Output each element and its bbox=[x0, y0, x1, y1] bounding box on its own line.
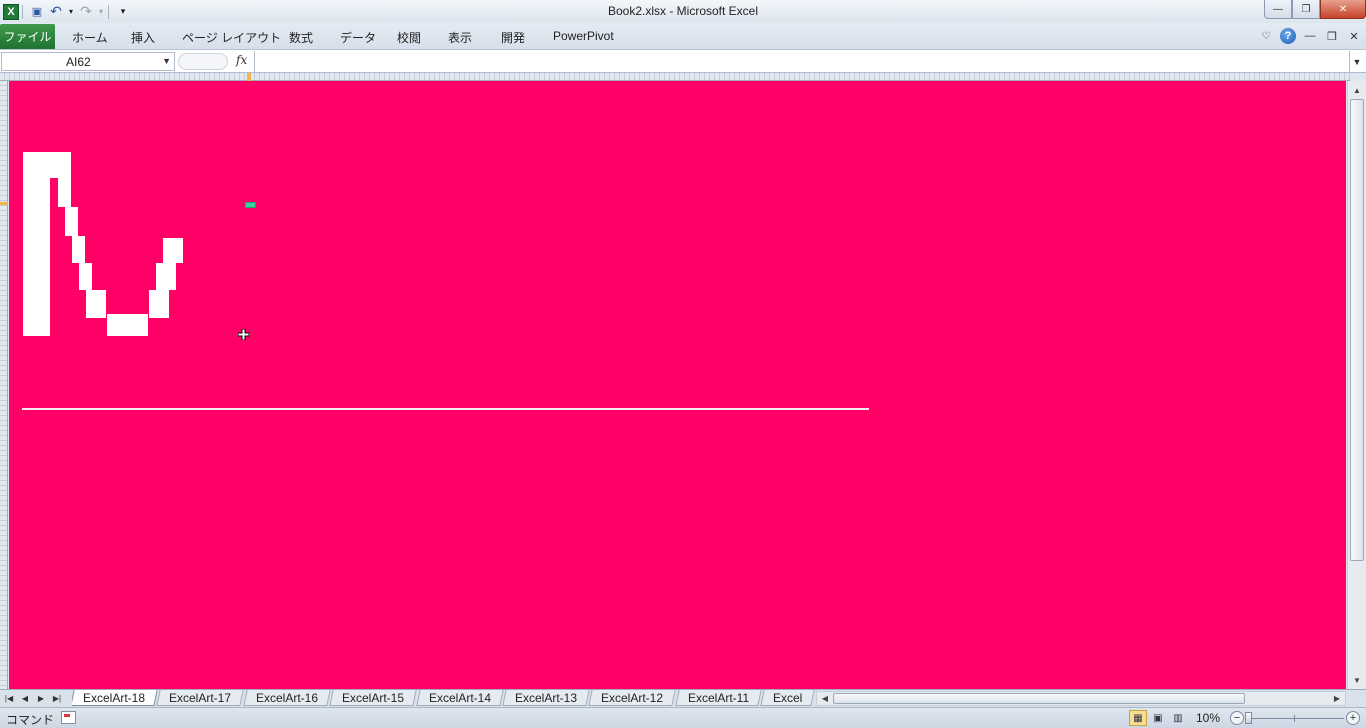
ribbon-tabs: ファイル ホーム 挿入 ページ レイアウト 数式 データ 校閲 表示 開発 Po… bbox=[0, 23, 1366, 50]
sheet-tab-excelart-14[interactable]: ExcelArt-14 bbox=[415, 690, 504, 706]
workbook-minimize-icon[interactable]: — bbox=[1302, 28, 1318, 44]
sheet-tab-excelart-17[interactable]: ExcelArt-17 bbox=[156, 690, 245, 706]
zoom-slider-track[interactable] bbox=[1246, 718, 1344, 719]
tab-view[interactable]: 表示 bbox=[448, 29, 472, 46]
zoom-slider-center-tick bbox=[1294, 715, 1295, 722]
cell-cursor-icon bbox=[238, 329, 249, 340]
last-sheet-icon[interactable]: ▶| bbox=[50, 691, 64, 705]
prev-sheet-icon[interactable]: ◀ bbox=[18, 691, 32, 705]
tab-formulas[interactable]: 数式 bbox=[289, 29, 313, 46]
macro-recording-icon[interactable] bbox=[61, 711, 76, 724]
first-sheet-icon[interactable]: |◀ bbox=[2, 691, 16, 705]
window-title: Book2.xlsx - Microsoft Excel bbox=[607, 4, 759, 18]
art-block bbox=[86, 290, 106, 318]
view-buttons: ▦ ▣ ▥ bbox=[1129, 710, 1187, 726]
name-box-value: AI62 bbox=[66, 55, 91, 69]
zoom-out-button[interactable]: − bbox=[1230, 711, 1244, 725]
art-block bbox=[156, 263, 176, 290]
sheet-tab-label: ExcelArt-15 bbox=[342, 691, 405, 705]
active-cell[interactable] bbox=[245, 202, 256, 208]
formula-input[interactable] bbox=[254, 51, 1350, 72]
sheet-tab-label: ExcelArt-17 bbox=[169, 691, 232, 705]
tab-developer[interactable]: 開発 bbox=[501, 29, 525, 46]
normal-view-icon[interactable]: ▦ bbox=[1129, 710, 1147, 726]
sheet-tabs: ExcelArt-18 ExcelArt-17 ExcelArt-16 Exce… bbox=[72, 690, 816, 707]
workbook-restore-icon[interactable]: ❐ bbox=[1324, 28, 1340, 44]
page-layout-view-icon[interactable]: ▣ bbox=[1149, 710, 1167, 726]
art-block bbox=[107, 314, 148, 336]
active-row-marker bbox=[0, 202, 8, 205]
ribbon-right-controls: ♡ ? — ❐ ✕ bbox=[1258, 28, 1362, 44]
divider-line bbox=[22, 408, 869, 410]
sheet-tab-excel-truncated[interactable]: Excel bbox=[760, 690, 816, 706]
sheet-tab-label: ExcelArt-11 bbox=[687, 691, 749, 705]
restore-button[interactable]: ❐ bbox=[1292, 0, 1320, 19]
row-headers[interactable] bbox=[0, 81, 8, 689]
tab-home[interactable]: ホーム bbox=[72, 29, 108, 46]
tab-file[interactable]: ファイル bbox=[0, 24, 55, 49]
sheet-tab-excelart-18[interactable]: ExcelArt-18 bbox=[72, 690, 158, 706]
active-column-marker bbox=[247, 73, 251, 81]
worksheet-grid[interactable] bbox=[9, 81, 1346, 689]
sheet-tab-label: ExcelArt-12 bbox=[601, 691, 664, 705]
sheet-tab-label: Excel bbox=[773, 691, 803, 705]
tab-page-layout[interactable]: ページ レイアウト bbox=[182, 29, 281, 46]
sheet-tab-excelart-16[interactable]: ExcelArt-16 bbox=[243, 690, 331, 706]
tab-insert[interactable]: 挿入 bbox=[131, 29, 155, 46]
horizontal-scroll-thumb[interactable] bbox=[833, 693, 1245, 704]
sheet-tab-navigation: |◀ ◀ ▶ ▶| bbox=[2, 691, 64, 705]
scroll-up-icon[interactable]: ▲ bbox=[1350, 83, 1364, 97]
sheet-tab-label: ExcelArt-13 bbox=[514, 691, 577, 705]
next-sheet-icon[interactable]: ▶ bbox=[34, 691, 48, 705]
scroll-right-icon[interactable]: ▶ bbox=[1331, 692, 1343, 705]
art-block bbox=[72, 236, 85, 263]
sheet-tab-excelart-11[interactable]: ExcelArt-11 bbox=[674, 690, 762, 706]
minimize-button[interactable]: — bbox=[1264, 0, 1292, 19]
help-icon[interactable]: ? bbox=[1280, 28, 1296, 44]
sheet-tab-excelart-13[interactable]: ExcelArt-13 bbox=[502, 690, 590, 706]
window-controls: — ❐ ✕ bbox=[1264, 0, 1366, 20]
page-break-view-icon[interactable]: ▥ bbox=[1169, 710, 1187, 726]
column-headers[interactable] bbox=[0, 73, 1350, 81]
art-block bbox=[79, 263, 92, 290]
tab-review[interactable]: 校閲 bbox=[397, 29, 421, 46]
zoom-level[interactable]: 10% bbox=[1196, 711, 1220, 725]
minimize-ribbon-icon[interactable]: ♡ bbox=[1258, 28, 1274, 44]
zoom-slider-thumb[interactable] bbox=[1245, 712, 1252, 724]
insert-function-icon[interactable]: fx bbox=[236, 53, 247, 67]
sheet-tab-excelart-15[interactable]: ExcelArt-15 bbox=[329, 690, 417, 706]
zoom-in-button[interactable]: + bbox=[1346, 711, 1360, 725]
close-button[interactable]: ✕ bbox=[1320, 0, 1366, 19]
chevron-down-icon[interactable]: ▼ bbox=[162, 56, 171, 66]
sheet-tab-label: ExcelArt-18 bbox=[83, 691, 146, 705]
art-block bbox=[58, 178, 71, 207]
vertical-scrollbar[interactable]: ▲ ▼ bbox=[1347, 81, 1366, 689]
sheet-tab-label: ExcelArt-16 bbox=[255, 691, 318, 705]
horizontal-scrollbar[interactable]: ◀ ▶ bbox=[816, 691, 1346, 706]
status-bar: コマンド ▦ ▣ ▥ 10% − + bbox=[0, 707, 1366, 728]
art-block bbox=[163, 238, 183, 263]
formula-bar-splitter[interactable] bbox=[178, 53, 228, 70]
art-block bbox=[23, 178, 50, 336]
formula-bar: AI62 ▼ fx ▼ bbox=[0, 50, 1366, 73]
art-block bbox=[149, 290, 169, 318]
status-mode: コマンド bbox=[6, 713, 55, 727]
sheet-tab-label: ExcelArt-14 bbox=[428, 691, 491, 705]
art-block bbox=[23, 152, 71, 178]
sheet-tab-excelart-12[interactable]: ExcelArt-12 bbox=[588, 690, 676, 706]
art-block bbox=[65, 207, 78, 236]
tab-data[interactable]: データ bbox=[340, 29, 376, 46]
vertical-scroll-thumb[interactable] bbox=[1350, 99, 1364, 561]
expand-formula-bar-icon[interactable]: ▼ bbox=[1350, 52, 1364, 71]
name-box[interactable]: AI62 ▼ bbox=[1, 52, 175, 71]
scroll-down-icon[interactable]: ▼ bbox=[1350, 673, 1364, 687]
scroll-left-icon[interactable]: ◀ bbox=[819, 692, 831, 705]
workbook-close-icon[interactable]: ✕ bbox=[1346, 28, 1362, 44]
tab-powerpivot[interactable]: PowerPivot bbox=[553, 29, 614, 43]
title-bar: X ▣ ↶ ▾ ↷ ▾ ▾ Book2.xlsx - Microsoft Exc… bbox=[0, 0, 1366, 23]
sheet-tab-bar: |◀ ◀ ▶ ▶| ExcelArt-18 ExcelArt-17 ExcelA… bbox=[0, 689, 1366, 707]
